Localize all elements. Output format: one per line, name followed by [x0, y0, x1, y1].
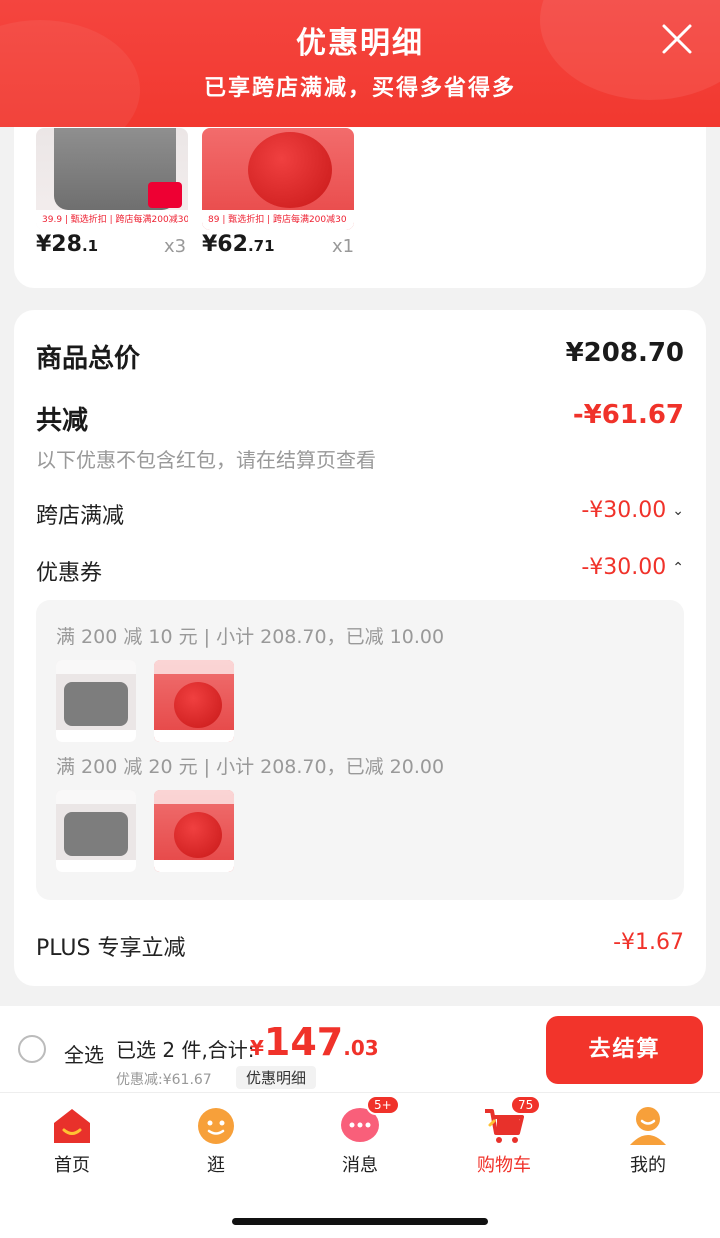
chevron-up-icon[interactable]: ⌃	[672, 560, 684, 576]
tab-home[interactable]: 首页	[22, 1103, 122, 1177]
chevron-down-icon[interactable]: ⌄	[672, 503, 684, 519]
selected-count: 已选 2 件,合计:	[116, 1038, 255, 1062]
total-price-value: ¥208.70	[565, 338, 684, 368]
checkout-total: ¥147.03	[250, 1020, 379, 1064]
cart-badge: 75	[510, 1095, 542, 1115]
coupon-row[interactable]: 优惠券 -¥30.00 ⌃	[36, 555, 684, 586]
cross-store-row[interactable]: 跨店满减 -¥30.00 ⌄	[36, 498, 684, 529]
discount-detail-link[interactable]: 优惠明细	[236, 1066, 317, 1089]
message-badge: 5+	[366, 1095, 400, 1115]
coupon-product-thumb[interactable]	[56, 660, 136, 742]
plus-discount-label: PLUS 专享立减	[36, 936, 186, 961]
product-qty: x1	[332, 236, 355, 257]
price-summary-card: 商品总价 ¥208.70 共减 -¥61.67 以下优惠不包含红包，请在结算页查…	[14, 310, 706, 986]
select-all-label[interactable]: 全选	[64, 1039, 104, 1068]
page-title: 优惠明细	[296, 26, 424, 61]
product-card: 39.9 | 甄选折扣 | 跨店每满200减30 89 | 甄选折扣 | 跨店每…	[14, 110, 706, 288]
checkout-button[interactable]: 去结算	[546, 1016, 703, 1084]
tab-stroll[interactable]: 逛	[166, 1103, 266, 1177]
home-indicator	[232, 1218, 488, 1225]
coupon-line: 满 200 减 10 元 | 小计 208.70，已减 10.00	[56, 626, 445, 648]
close-icon[interactable]	[660, 22, 694, 56]
product-image-hand-warmer[interactable]: 89 | 甄选折扣 | 跨店每满200减30	[202, 128, 354, 230]
profile-icon	[630, 1107, 666, 1145]
checkout-bar: 全选 已选 2 件,合计: ¥147.03 优惠减:¥61.67 优惠明细 去结…	[0, 1006, 720, 1092]
home-icon	[54, 1109, 90, 1143]
plus-discount-value: -¥1.67	[613, 930, 684, 955]
coupon-label: 优惠券	[36, 561, 103, 586]
coupon-value: -¥30.00	[581, 555, 667, 580]
discount-detail-header: 优惠明细 已享跨店满减，买得多省得多	[0, 0, 720, 127]
bottom-tab-bar: 首页 逛 5+ 消息 75 购物车 我的	[0, 1092, 720, 1238]
tab-messages[interactable]: 5+ 消息	[310, 1095, 410, 1177]
discount-note: 以下优惠不包含红包，请在结算页查看	[36, 448, 376, 472]
stroll-icon	[198, 1108, 234, 1144]
coupon-detail-box: 满 200 减 10 元 | 小计 208.70，已减 10.00 满 200 …	[36, 600, 684, 900]
total-price-label: 商品总价	[36, 344, 141, 374]
coupon-product-thumb[interactable]	[154, 790, 234, 872]
tab-profile[interactable]: 我的	[598, 1103, 698, 1177]
select-all-radio[interactable]	[18, 1035, 46, 1063]
product-price: ¥28.1	[36, 232, 99, 257]
cross-store-label: 跨店满减	[36, 504, 125, 529]
product-qty: x3	[164, 236, 187, 257]
coupon-line: 满 200 减 20 元 | 小计 208.70，已减 20.00	[56, 756, 445, 778]
total-reduce-label: 共减	[36, 406, 89, 436]
product-image-heating-pad[interactable]: 39.9 | 甄选折扣 | 跨店每满200减30	[36, 128, 188, 230]
coupon-product-thumb[interactable]	[154, 660, 234, 742]
total-reduce-value: -¥61.67	[572, 400, 684, 430]
page-subtitle: 已享跨店满减，买得多省得多	[203, 76, 516, 101]
product-price: ¥62.71	[202, 232, 275, 257]
tab-cart[interactable]: 75 购物车	[454, 1095, 554, 1177]
discount-amount: 优惠减:¥61.67	[116, 1072, 212, 1088]
cross-store-value: -¥30.00	[581, 498, 667, 523]
coupon-product-thumb[interactable]	[56, 790, 136, 872]
